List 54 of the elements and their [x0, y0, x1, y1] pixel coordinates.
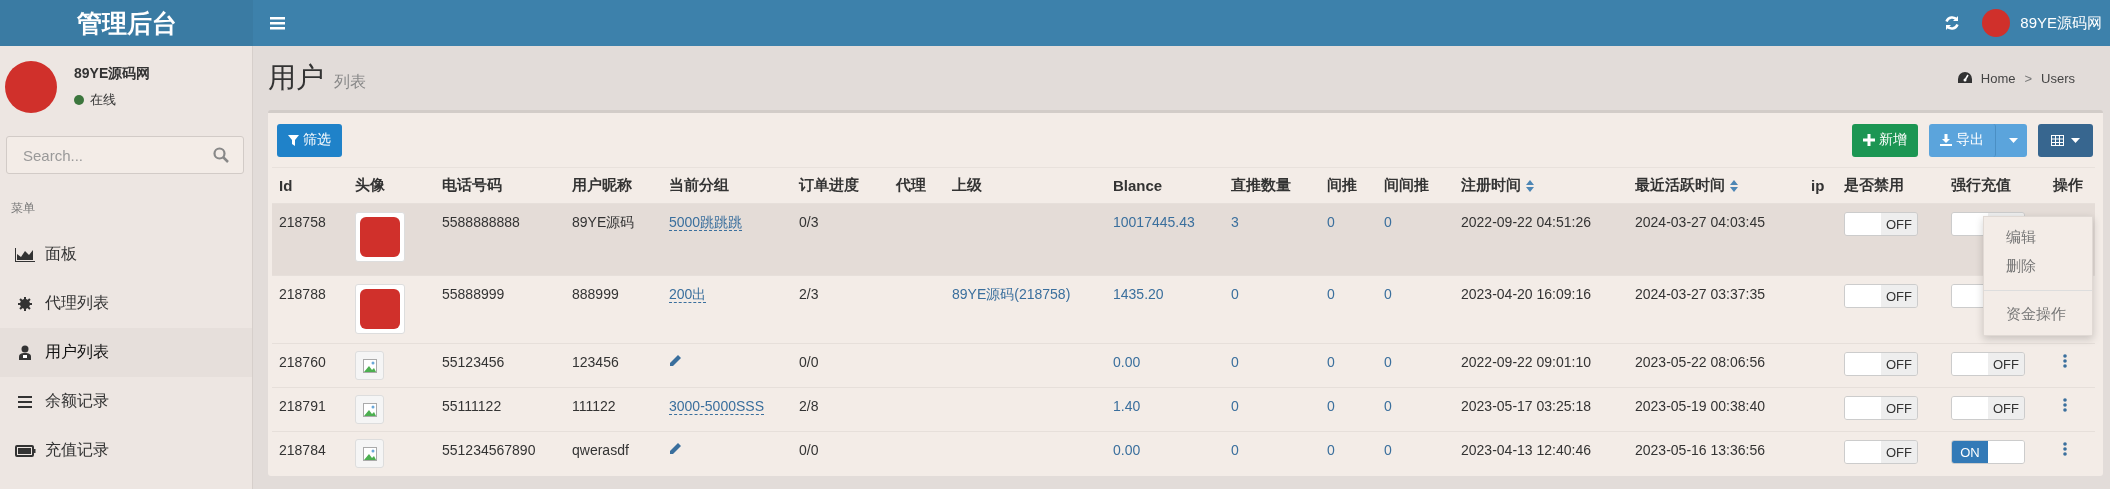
- table-cell: 0/0: [799, 442, 819, 458]
- online-status: 在线: [90, 91, 116, 109]
- table-cell: 2/3: [799, 286, 819, 302]
- table-cell: 2024-03-27 04:03:45: [1635, 214, 1765, 230]
- table-cell: 2023-05-19 00:38:40: [1635, 398, 1765, 414]
- column-header: 头像: [355, 176, 385, 195]
- column-header: 强行充值: [1951, 176, 2011, 195]
- table-cell: 89YE源码: [572, 214, 635, 230]
- column-header: 上级: [952, 176, 982, 195]
- table-cell: 55123456: [442, 354, 505, 370]
- table-cell: 55111122: [442, 398, 502, 414]
- column-header: 用户昵称: [572, 176, 632, 195]
- column-header: 操作: [2053, 176, 2083, 195]
- table-cell: 55888999: [442, 286, 505, 302]
- table-cell: qwerasdf: [572, 442, 629, 458]
- column-header: Blance: [1113, 177, 1163, 194]
- column-header: 当前分组: [669, 176, 729, 195]
- column-header: 电话号码: [442, 176, 502, 195]
- column-header: 直推数量: [1231, 176, 1291, 195]
- column-header: Id: [279, 177, 293, 194]
- table-cell: 2022-09-22 09:01:10: [1461, 354, 1591, 370]
- column-header: 间推: [1327, 176, 1357, 195]
- column-header: 代理: [896, 176, 926, 195]
- column-header: ip: [1811, 177, 1825, 194]
- table-cell: 2023-04-13 12:40:46: [1461, 442, 1591, 458]
- table-cell: 2024-03-27 03:37:35: [1635, 286, 1765, 302]
- column-header: 是否禁用: [1844, 176, 1904, 195]
- table-cell: 123456: [572, 354, 619, 370]
- app-title: 管理后台: [0, 0, 253, 46]
- table-cell: 218760: [279, 354, 326, 370]
- menu-header: 菜单: [10, 200, 36, 217]
- table-cell: 551234567890: [442, 442, 536, 458]
- table-cell: 2023-05-17 03:25:18: [1461, 398, 1591, 414]
- table-cell: 2023-05-22 08:06:56: [1635, 354, 1765, 370]
- table-cell: 2022-09-22 04:51:26: [1461, 214, 1591, 230]
- table-cell: 0/3: [799, 214, 819, 230]
- page-subtitle: 列表: [334, 71, 366, 92]
- table-cell: 218788: [279, 286, 326, 302]
- user-name: 89YE源码网: [74, 65, 151, 83]
- column-header: 间间推: [1384, 176, 1429, 195]
- breadcrumb-separator: >: [2024, 70, 2033, 86]
- table-cell: 218784: [279, 442, 326, 458]
- table-cell: 218758: [279, 214, 326, 230]
- table-cell: 2023-04-20 16:09:16: [1461, 286, 1591, 302]
- table-cell: 2/8: [799, 398, 819, 414]
- breadcrumb-current: Users: [2041, 70, 2075, 86]
- table-cell: 5588888888: [442, 214, 520, 230]
- column-header: 订单进度: [799, 176, 859, 195]
- table-cell: 888999: [572, 286, 619, 302]
- page-title: 用户: [268, 61, 324, 95]
- table-cell: 218791: [279, 398, 326, 414]
- table-cell: 111122: [572, 398, 616, 414]
- table-cell: 2023-05-16 13:36:56: [1635, 442, 1765, 458]
- table-cell: 0/0: [799, 354, 819, 370]
